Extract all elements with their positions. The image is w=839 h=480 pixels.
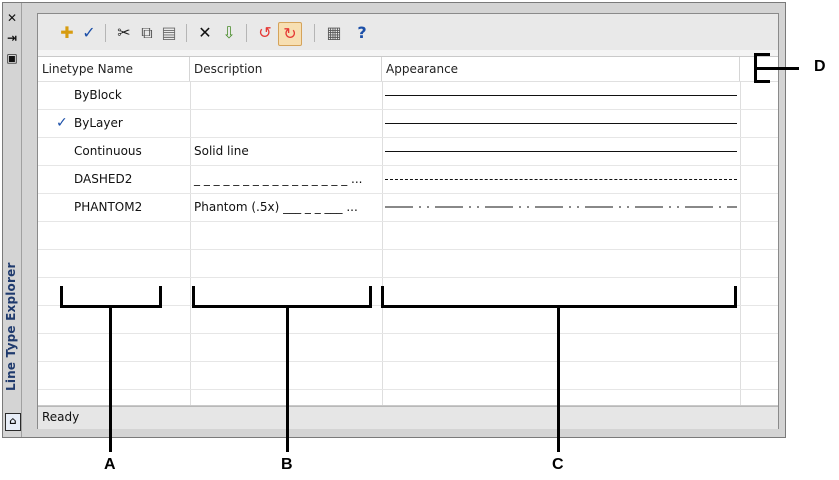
toolbar-separator <box>105 24 106 42</box>
callout-b-bracket-right <box>369 286 372 308</box>
linetype-name: DASHED2 <box>74 172 133 186</box>
header-linetype-name[interactable]: Linetype Name <box>38 57 190 81</box>
help-icon[interactable]: ? <box>351 22 373 44</box>
toolbar-separator <box>186 24 187 42</box>
appearance-dashed-line <box>385 179 737 180</box>
status-text: Ready <box>42 410 80 424</box>
cut-icon[interactable]: ✂ <box>113 22 135 44</box>
linetype-name: PHANTOM2 <box>74 200 143 214</box>
table-row-continuous[interactable]: Continuous Solid line <box>38 137 778 165</box>
callout-b-bracket-horizontal <box>192 305 372 308</box>
callout-b-leader <box>286 307 289 452</box>
status-window-icon[interactable]: ⌂ <box>5 413 21 431</box>
row-line <box>38 221 778 222</box>
appearance-solid-line <box>385 95 737 96</box>
callout-b-bracket-left <box>192 286 195 308</box>
linetype-name: Continuous <box>74 144 142 158</box>
close-icon[interactable]: ✕ <box>5 11 19 25</box>
row-line <box>38 249 778 250</box>
callout-d-bracket-top <box>754 53 770 56</box>
sync-red-icon[interactable]: ↺ <box>254 22 276 44</box>
table-header: Linetype Name Description Appearance <box>38 57 778 82</box>
line-type-explorer-window: ✕ ⇥ ▣ Line Type Explorer ⌂ ✚ ✓ ✂ ⧉ ▤ ✕ ⇩… <box>2 2 786 438</box>
callout-d-bracket-bottom <box>754 80 770 83</box>
window-title: Line Type Explorer <box>4 262 18 392</box>
toolbar-separator <box>314 24 315 42</box>
panel-icon[interactable]: ▣ <box>5 51 19 65</box>
status-bar: Ready <box>38 406 778 429</box>
vertical-side-bar: ✕ ⇥ ▣ Line Type Explorer ⌂ <box>3 3 22 437</box>
row-line <box>38 361 778 362</box>
table-row-bylayer[interactable]: ✓ ByLayer <box>38 109 778 137</box>
copy-icon[interactable]: ⧉ <box>136 22 158 44</box>
table-row-dashed2[interactable]: DASHED2 _ _ _ _ _ _ _ _ _ _ _ _ _ _ _ _ … <box>38 165 778 193</box>
callout-c-label: C <box>552 456 564 473</box>
load-icon[interactable]: ⇩ <box>218 22 240 44</box>
details-view-icon[interactable]: ▦ <box>323 22 345 44</box>
table-row-phantom2[interactable]: PHANTOM2 Phantom (.5x) ___ _ _ ___ ... <box>38 193 778 221</box>
callout-c-bracket-left <box>381 286 384 308</box>
callout-a-leader <box>109 307 112 452</box>
sync-active-icon[interactable]: ↻ <box>278 22 302 46</box>
callout-a-bracket-right <box>159 286 162 308</box>
toolbar: ✚ ✓ ✂ ⧉ ▤ ✕ ⇩ ↺ ↻ ▦ ? <box>38 14 778 50</box>
row-line <box>38 389 778 390</box>
linetype-description: Phantom (.5x) ___ _ _ ___ ... <box>194 200 358 214</box>
linetype-name: ByBlock <box>74 88 122 102</box>
header-appearance[interactable]: Appearance <box>382 57 740 81</box>
callout-a-bracket-left <box>60 286 63 308</box>
toolbar-separator <box>246 24 247 42</box>
appearance-phantom-line <box>385 206 737 208</box>
callout-b-label: B <box>281 456 293 473</box>
callout-d-label: D <box>814 58 826 75</box>
linetype-name: ByLayer <box>74 116 123 130</box>
callout-c-leader <box>557 307 560 452</box>
delete-icon[interactable]: ✕ <box>194 22 216 44</box>
table-row-byblock[interactable]: ByBlock <box>38 81 778 109</box>
callout-d-leader <box>757 67 799 70</box>
appearance-solid-line <box>385 123 737 124</box>
linetype-table: Linetype Name Description Appearance ByB… <box>38 56 778 406</box>
linetype-description: Solid line <box>194 144 249 158</box>
callout-a-label: A <box>104 456 116 473</box>
callout-c-bracket-right <box>734 286 737 308</box>
current-check-icon: ✓ <box>56 115 68 131</box>
header-description[interactable]: Description <box>190 57 382 81</box>
new-linetype-icon[interactable]: ✚ <box>56 22 78 44</box>
paste-icon[interactable]: ▤ <box>158 22 180 44</box>
set-current-icon[interactable]: ✓ <box>78 22 100 44</box>
row-line <box>38 333 778 334</box>
appearance-solid-line <box>385 151 737 152</box>
linetype-description: _ _ _ _ _ _ _ _ _ _ _ _ _ _ _ _ ... <box>194 172 363 186</box>
row-line <box>38 277 778 278</box>
dock-icon[interactable]: ⇥ <box>5 31 19 45</box>
explorer-content: ✚ ✓ ✂ ⧉ ▤ ✕ ⇩ ↺ ↻ ▦ ? Linetype Name Desc… <box>37 13 779 429</box>
